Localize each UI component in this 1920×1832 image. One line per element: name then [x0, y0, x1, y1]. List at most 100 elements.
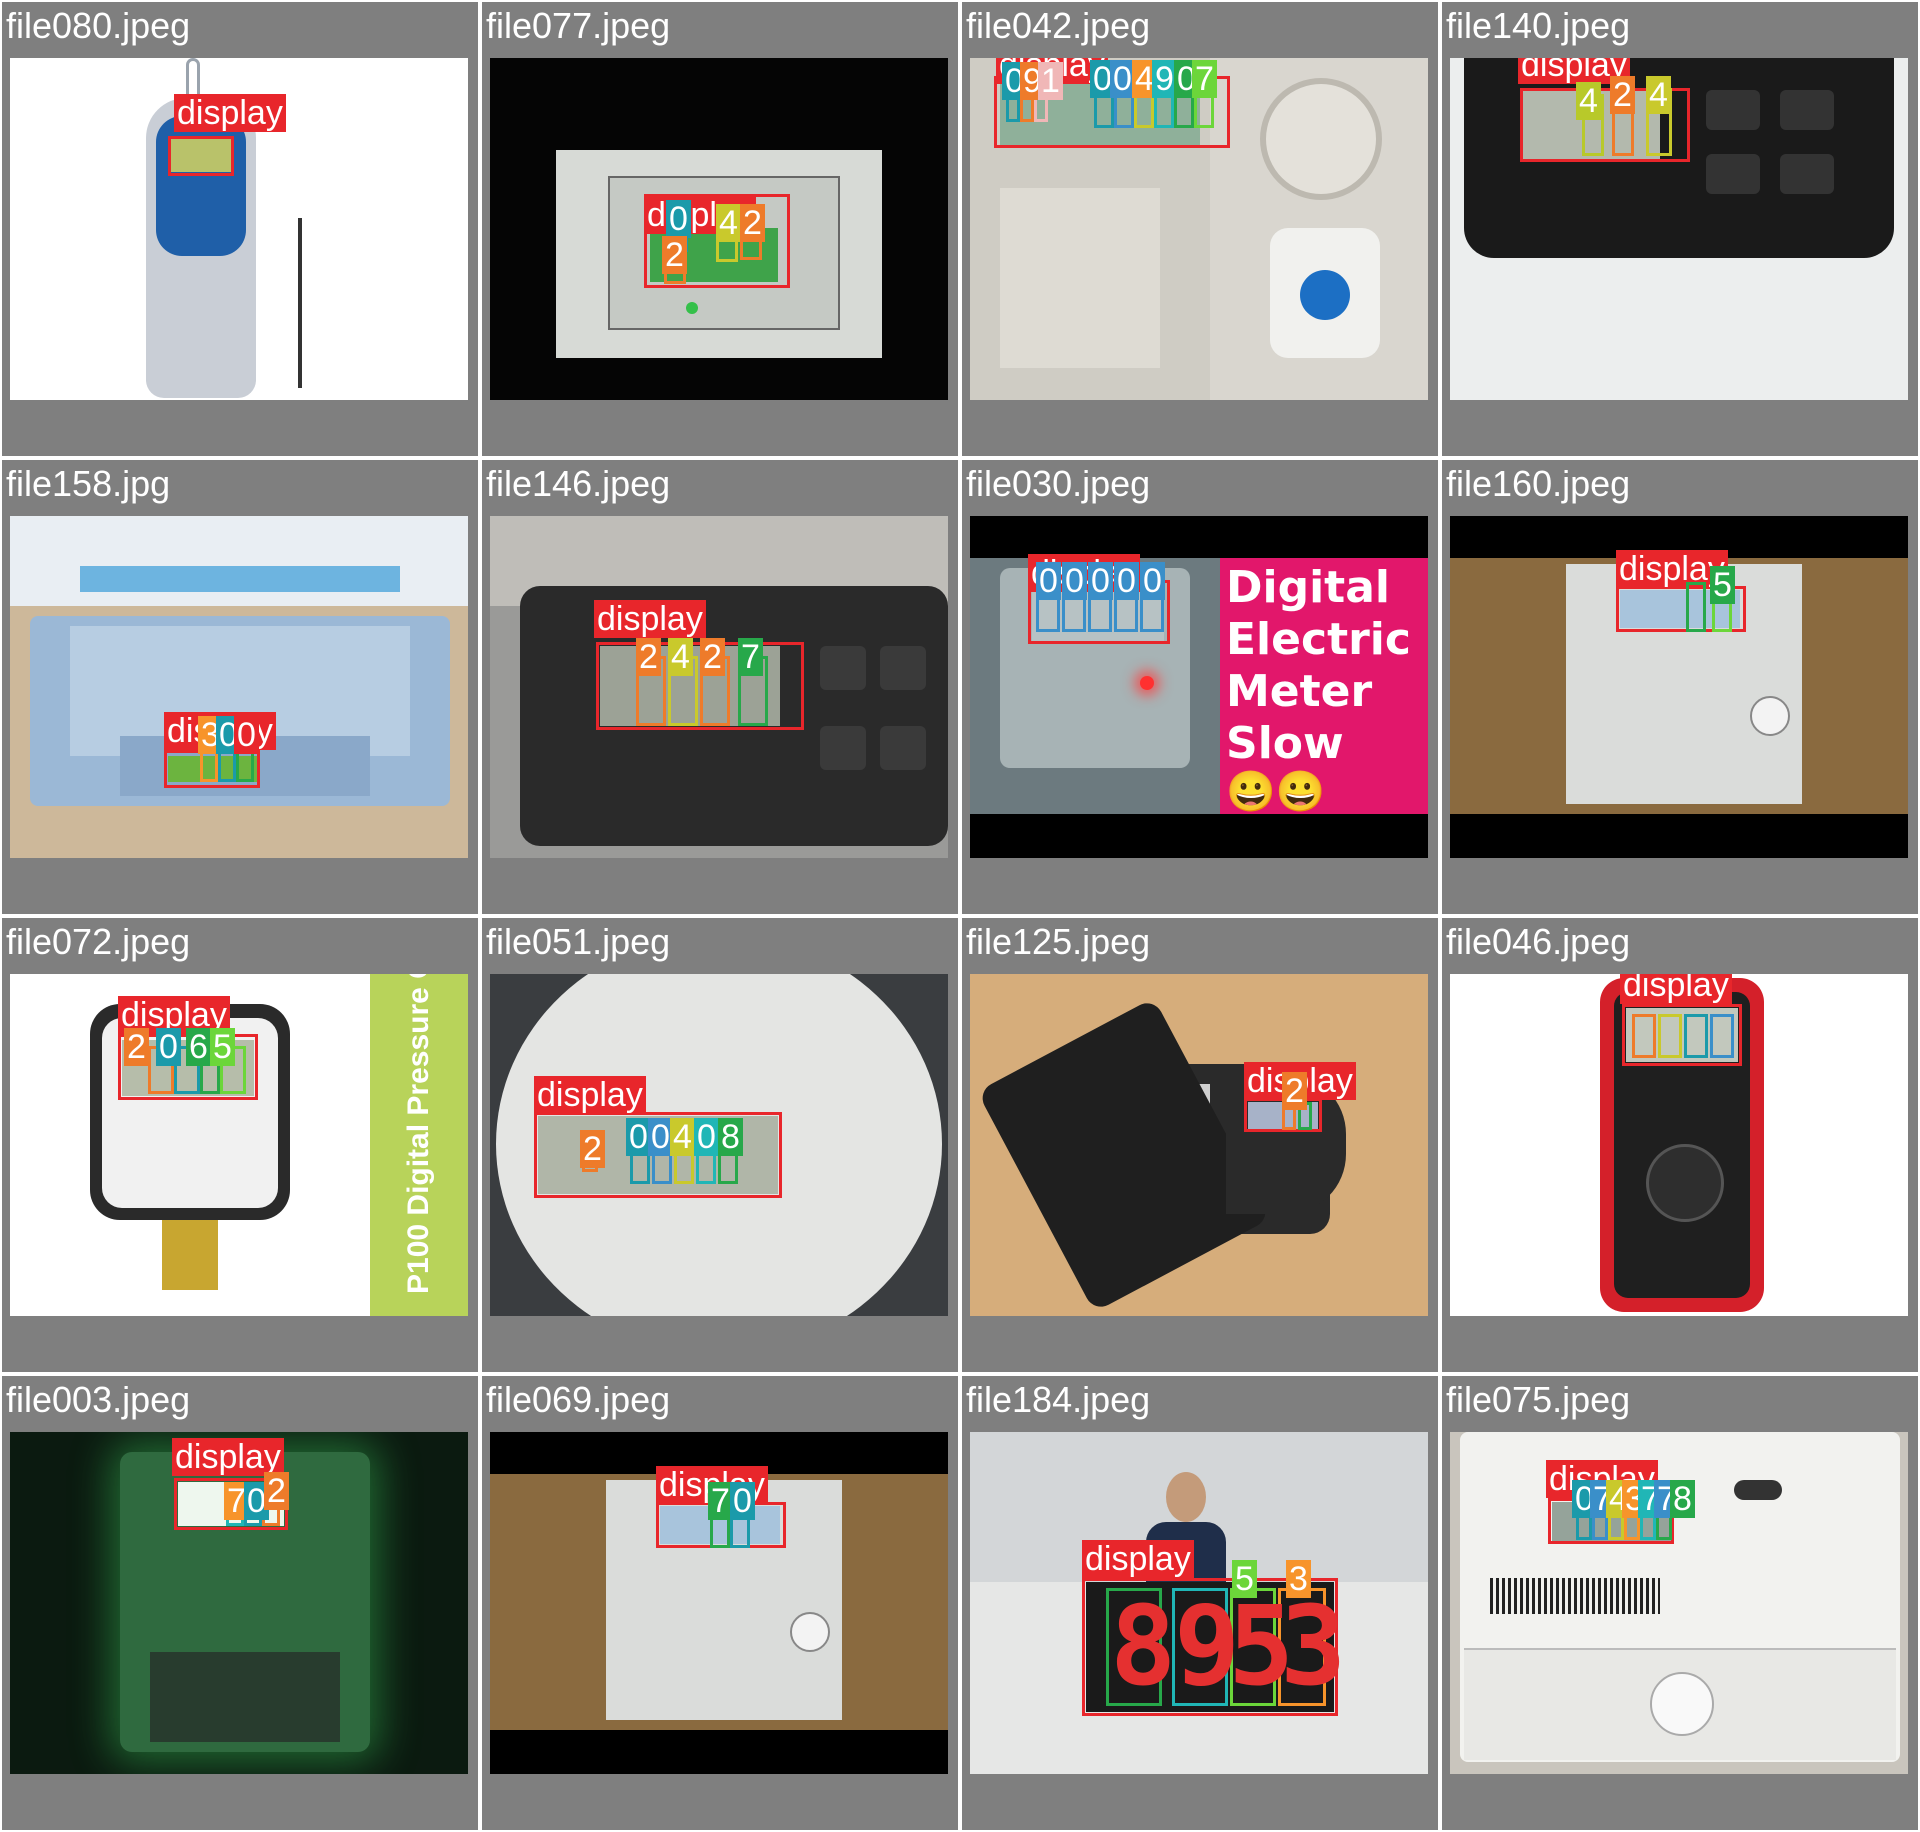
tile-image: Digital Electric Meter Slow 😀😀 display 0… [970, 516, 1428, 858]
tile-file069[interactable]: file069.jpeg display 7 0 [482, 1376, 958, 1830]
tile-file003[interactable]: file003.jpeg display 7 0 2 [2, 1376, 478, 1830]
tile-file125[interactable]: file125.jpeg display 2 [962, 918, 1438, 1372]
side-caption: P100 Digital Pressure Gauge [402, 974, 435, 1294]
tile-file080[interactable]: file080.jpeg display [2, 2, 478, 456]
tile-image: display 8 9 5 3 5 3 [970, 1432, 1428, 1774]
digit-label: 0 [730, 1482, 755, 1520]
digit-box [1686, 582, 1706, 632]
tile-file072[interactable]: file072.jpeg P100 Digital Pressure Gauge… [2, 918, 478, 1372]
display-label: display [1620, 974, 1732, 1004]
emoji-row: 😀😀 [1226, 770, 1326, 814]
digit-label: 4 [1646, 76, 1671, 114]
digit-label: 0 [234, 716, 259, 754]
tile-filename: file140.jpeg [1446, 5, 1631, 46]
digit-label: 0 [1088, 562, 1113, 600]
display-label: display [172, 1438, 284, 1476]
digit-label: 2 [740, 204, 765, 242]
banner-line: Digital [1226, 562, 1390, 613]
tile-filename: file069.jpeg [486, 1379, 671, 1420]
digit-label: 0 [694, 1118, 719, 1156]
tile-file075[interactable]: file075.jpeg display 0 7 4 3 7 7 8 [1442, 1376, 1918, 1830]
digit-label: 4 [670, 1118, 695, 1156]
digit-box [1710, 1014, 1734, 1058]
digit-label: 2 [580, 1130, 605, 1168]
tile-file184[interactable]: file184.jpeg display 8 9 5 3 5 3 [962, 1376, 1438, 1830]
tile-filename: file030.jpeg [966, 463, 1151, 504]
digit-label: 2 [700, 638, 725, 676]
digit-label: 4 [668, 638, 693, 676]
digit-label: 0 [156, 1028, 181, 1066]
tile-file146[interactable]: file146.jpeg display 2 4 2 7 [482, 460, 958, 914]
detection-results-grid: file080.jpeg display file077.jpeg displa… [0, 0, 1920, 1832]
tile-image: display 4 2 4 [1450, 58, 1908, 400]
tile-image: display 3 0 0 [10, 516, 468, 858]
display-label: display [1082, 1540, 1194, 1578]
tile-file030[interactable]: file030.jpeg Digital Electric Meter Slow… [962, 460, 1438, 914]
tile-filename: file160.jpeg [1446, 463, 1631, 504]
tile-image: display 2 4 2 7 [490, 516, 948, 858]
tile-filename: file046.jpeg [1446, 921, 1631, 962]
digit-label: 2 [264, 1472, 289, 1510]
digit-label: 8 [718, 1118, 743, 1156]
display-label: display [594, 600, 706, 638]
digit-label: 5 [1232, 1560, 1257, 1598]
digit-box [1632, 1014, 1656, 1058]
tile-filename: file146.jpeg [486, 463, 671, 504]
seven-seg-digit: 3 [1280, 1582, 1347, 1710]
digit-label: 2 [1610, 76, 1635, 114]
tile-filename: file184.jpeg [966, 1379, 1151, 1420]
digit-label: 2 [124, 1028, 149, 1066]
tile-image: display [10, 58, 468, 400]
digit-label: 7 [738, 638, 763, 676]
tile-file046[interactable]: file046.jpeg display [1442, 918, 1918, 1372]
tile-image: display 0 7 4 3 7 7 8 [1450, 1432, 1908, 1774]
digit-label: 5 [210, 1028, 235, 1066]
tile-image: display 7 0 2 [10, 1432, 468, 1774]
display-label: display [534, 1076, 646, 1114]
tile-image: display 7 0 [490, 1432, 948, 1774]
display-label: display [174, 94, 286, 132]
tile-image: display 0 2 4 2 [490, 58, 948, 400]
tile-image: display 2 [970, 974, 1428, 1316]
digit-label: 8 [1670, 1480, 1695, 1518]
digit-label: 1 [1038, 62, 1063, 100]
tile-image: P100 Digital Pressure Gauge display 2 0 … [10, 974, 468, 1316]
digit-label: 4 [1576, 82, 1601, 120]
tile-image: display [1450, 974, 1908, 1316]
digit-label: 3 [1286, 1560, 1311, 1598]
digit-label: 2 [636, 638, 661, 676]
tile-filename: file125.jpeg [966, 921, 1151, 962]
tile-file140[interactable]: file140.jpeg display 4 2 4 [1442, 2, 1918, 456]
digit-label: 7 [1192, 60, 1217, 98]
tile-filename: file072.jpeg [6, 921, 191, 962]
tile-filename: file051.jpeg [486, 921, 671, 962]
tile-filename: file042.jpeg [966, 5, 1151, 46]
tile-file160[interactable]: file160.jpeg display 5 [1442, 460, 1918, 914]
banner-line: Slow [1226, 718, 1344, 769]
digit-label: 0 [1036, 562, 1061, 600]
digit-label: 2 [662, 236, 687, 274]
tile-filename: file077.jpeg [486, 5, 671, 46]
digit-label: 5 [1710, 566, 1735, 604]
digit-label: 0 [1062, 562, 1087, 600]
display-box [168, 136, 234, 176]
digit-label: 0 [1114, 562, 1139, 600]
banner-line: Meter [1226, 666, 1373, 717]
tile-filename: file080.jpeg [6, 5, 191, 46]
digit-label: 6 [186, 1028, 211, 1066]
digit-label: 2 [1282, 1072, 1307, 1110]
tile-file077[interactable]: file077.jpeg display 0 2 4 2 [482, 2, 958, 456]
digit-box [1684, 1014, 1708, 1058]
digit-label: 0 [1140, 562, 1165, 600]
digit-label: 4 [716, 204, 741, 242]
digit-box [1658, 1014, 1682, 1058]
tile-filename: file158.jpg [6, 463, 171, 504]
tile-file051[interactable]: file051.jpeg display 2 0 0 4 0 8 [482, 918, 958, 1372]
tile-file042[interactable]: file042.jpeg display 0 9 1 0 0 4 9 [962, 2, 1438, 456]
tile-image: display 2 0 0 4 0 8 [490, 974, 948, 1316]
digit-label: 0 [666, 200, 691, 238]
seven-seg-digit: 8 [1110, 1582, 1177, 1710]
tile-file158[interactable]: file158.jpg display 3 0 0 [2, 460, 478, 914]
banner-line: Electric [1226, 614, 1411, 665]
tile-image: display 5 [1450, 516, 1908, 858]
